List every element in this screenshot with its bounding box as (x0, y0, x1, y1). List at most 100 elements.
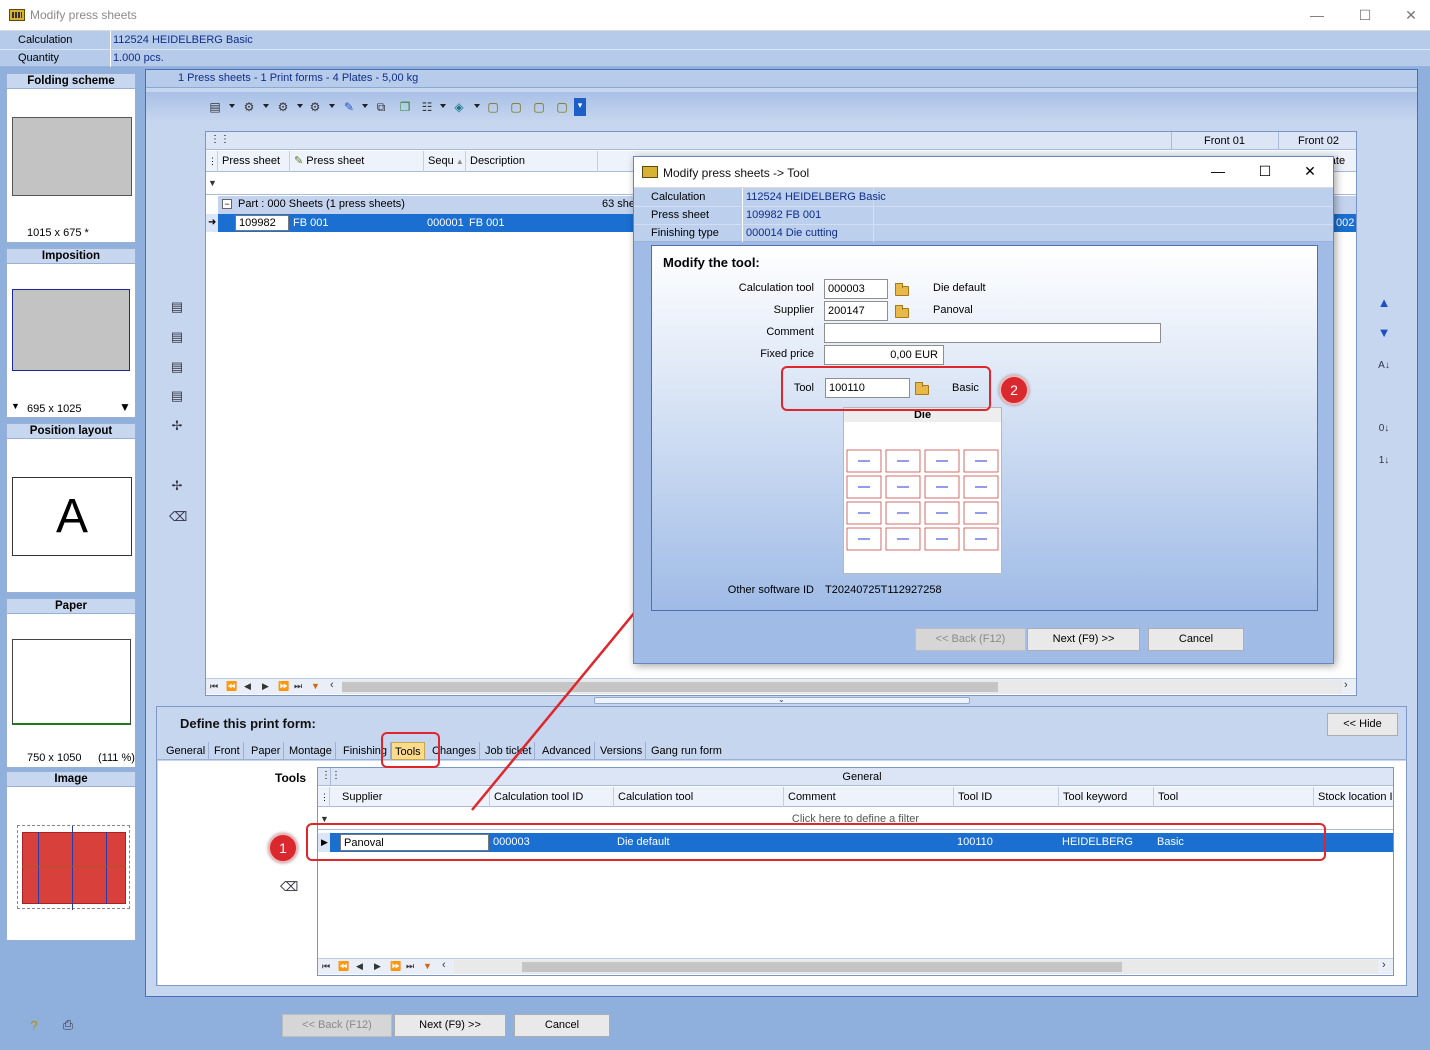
sheet-add-icon[interactable]: ▤ (169, 299, 185, 315)
move-up-icon[interactable]: ▲ (1376, 295, 1392, 311)
tools-nav-next-icon[interactable]: ▶ (374, 961, 381, 972)
calc-tool-name: Die default (933, 282, 986, 294)
merge-icon[interactable]: ✢ (169, 478, 185, 494)
note-icon-3[interactable]: ▢ (532, 100, 546, 114)
hide-button[interactable]: << Hide (1327, 713, 1398, 736)
calculation-value: 112524 HEIDELBERG Basic (113, 34, 253, 46)
nav-first-icon[interactable]: ⏮ (210, 681, 218, 692)
col-tool-id[interactable]: Tool ID (954, 787, 1059, 807)
tool-field-highlight (781, 366, 991, 411)
next-button[interactable]: Next (F9) >> (394, 1014, 506, 1037)
col-description[interactable]: Description (466, 151, 598, 172)
tools-tab-highlight (381, 732, 440, 768)
sheet-icon[interactable]: ▤ (208, 100, 222, 114)
tab-paper[interactable]: Paper (248, 742, 285, 760)
sort-az-icon[interactable]: A↓ (1376, 358, 1392, 374)
position-layout-preview: A (12, 477, 132, 556)
position-layout-section[interactable]: Position layout A (6, 423, 136, 593)
split-icon[interactable]: ✢ (169, 418, 185, 434)
cancel-button[interactable]: Cancel (514, 1014, 610, 1037)
eraser-icon[interactable]: ⌫ (169, 509, 187, 525)
tools-nav-prev-icon[interactable]: ◀ (356, 961, 363, 972)
nav-last-icon[interactable]: ⏭ (294, 681, 302, 692)
dialog-maximize-button[interactable]: ☐ (1249, 163, 1281, 180)
sort-12-icon[interactable]: 1↓ (1376, 453, 1392, 469)
row-description: FB 001 (469, 217, 505, 229)
stack-icon[interactable]: ❐ (398, 100, 412, 114)
back-button[interactable]: << Back (F12) (282, 1014, 392, 1037)
tools-horizontal-scrollbar[interactable] (454, 960, 1378, 974)
maximize-button[interactable]: ☐ (1342, 4, 1388, 26)
copy-sheet-icon[interactable]: ⧉ (374, 100, 388, 114)
comment-field[interactable] (824, 323, 1161, 343)
scroll-left-icon[interactable]: ‹ (330, 679, 334, 691)
imposition-expand-icon[interactable]: ▼ (119, 400, 131, 414)
image-section[interactable]: Image (6, 771, 136, 941)
tab-front[interactable]: Front (211, 742, 244, 760)
dialog-minimize-button[interactable]: — (1202, 163, 1234, 179)
tools-eraser-icon[interactable]: ⌫ (280, 879, 298, 895)
imposition-section[interactable]: Imposition ▼ 695 x 1025 ▼ (6, 248, 136, 418)
nav-prev-icon[interactable]: ◀ (244, 681, 251, 692)
dialog-back-button[interactable]: << Back (F12) (915, 628, 1026, 651)
row-sheet-number[interactable]: 109982 (235, 215, 289, 231)
row-sheet-code: FB 001 (293, 217, 329, 229)
nav-next-page-icon[interactable]: ⏩ (278, 681, 289, 692)
imposition-dropdown-icon[interactable]: ▼ (11, 401, 20, 411)
fixed-price-field[interactable]: 0,00 EUR (824, 345, 944, 365)
sheet-copy-icon[interactable]: ▤ (169, 388, 185, 404)
minimize-button[interactable]: — (1294, 4, 1340, 26)
note-icon-4[interactable]: ▢ (555, 100, 569, 114)
note-icon-1[interactable]: ▢ (486, 100, 500, 114)
toolbar-overflow-icon[interactable]: ▾ (574, 98, 586, 116)
sort-01-icon[interactable]: 0↓ (1376, 421, 1392, 437)
tools-scroll-left-icon[interactable]: ‹ (442, 959, 446, 971)
tools-scroll-right-icon[interactable]: › (1382, 959, 1386, 971)
tools-nav-first-icon[interactable]: ⏮ (322, 961, 330, 972)
cube-icon[interactable]: ◈ (452, 100, 466, 114)
col-tool-keyword[interactable]: Tool keyword (1059, 787, 1154, 807)
dialog-next-button[interactable]: Next (F9) >> (1027, 628, 1140, 651)
sheet-move-icon[interactable]: ▤ (169, 359, 185, 375)
nav-prev-page-icon[interactable]: ⏪ (226, 681, 237, 692)
scroll-right-icon[interactable]: › (1344, 679, 1348, 691)
col-comment[interactable]: Comment (784, 787, 954, 807)
calc-tool-folder-icon[interactable] (895, 283, 909, 296)
dialog-close-button[interactable]: ✕ (1294, 163, 1326, 180)
wrench-icon[interactable]: ⚙ (242, 100, 256, 114)
wrench-add-icon[interactable]: ⚙ (276, 100, 290, 114)
tab-general[interactable]: General (163, 742, 210, 760)
col-press-sheet-desc[interactable]: ✎ Press sheet (290, 151, 424, 172)
hierarchy-icon[interactable]: ☷ (420, 100, 434, 114)
print-icon[interactable]: ⎙ (60, 1017, 76, 1033)
col-tool[interactable]: Tool (1154, 787, 1314, 807)
wrench-edit-icon[interactable]: ⚙ (308, 100, 322, 114)
tools-nav-next-page-icon[interactable]: ⏩ (390, 961, 401, 972)
tool-color-icon[interactable]: ✎ (342, 100, 356, 114)
close-button[interactable]: ✕ (1388, 4, 1430, 26)
move-down-icon[interactable]: ▼ (1376, 325, 1392, 341)
print-form-tabs: General Front Paper Montage Finishing To… (157, 740, 1407, 760)
nav-next-icon[interactable]: ▶ (262, 681, 269, 692)
sheet-edit-icon[interactable]: ▤ (169, 329, 185, 345)
help-icon[interactable]: ? (26, 1018, 42, 1034)
col-sequence[interactable]: Sequ ▲ (424, 151, 466, 172)
dialog-cancel-button[interactable]: Cancel (1148, 628, 1244, 651)
nav-filter-icon[interactable]: ▼ (311, 681, 320, 691)
tools-nav-filter-icon[interactable]: ▼ (423, 961, 432, 971)
col-stock-location[interactable]: Stock location II (1314, 787, 1393, 807)
main-toolbar: ▤ ⚙ ⚙ ⚙ ✎ ⧉ ❐ ☷ ◈ ▢ ▢ ▢ ▢ ▾ (146, 92, 1417, 122)
col-press-sheet[interactable]: Press sheet (218, 151, 290, 172)
collapse-icon[interactable]: − (222, 199, 232, 209)
tools-nav-prev-page-icon[interactable]: ⏪ (338, 961, 349, 972)
paper-percent: (111 %) (98, 752, 135, 764)
calc-tool-field[interactable]: 000003 (824, 279, 888, 299)
tools-nav-last-icon[interactable]: ⏭ (406, 961, 414, 972)
tools-scrollbar-thumb[interactable] (522, 962, 1122, 972)
paper-section[interactable]: Paper 750 x 1050 (111 %) (6, 598, 136, 768)
tab-montage[interactable]: Montage (286, 742, 336, 760)
folding-scheme-section[interactable]: Folding scheme 1015 x 675 * (6, 73, 136, 243)
note-icon-2[interactable]: ▢ (509, 100, 523, 114)
supplier-folder-icon[interactable] (895, 305, 909, 318)
supplier-field[interactable]: 200147 (824, 301, 888, 321)
